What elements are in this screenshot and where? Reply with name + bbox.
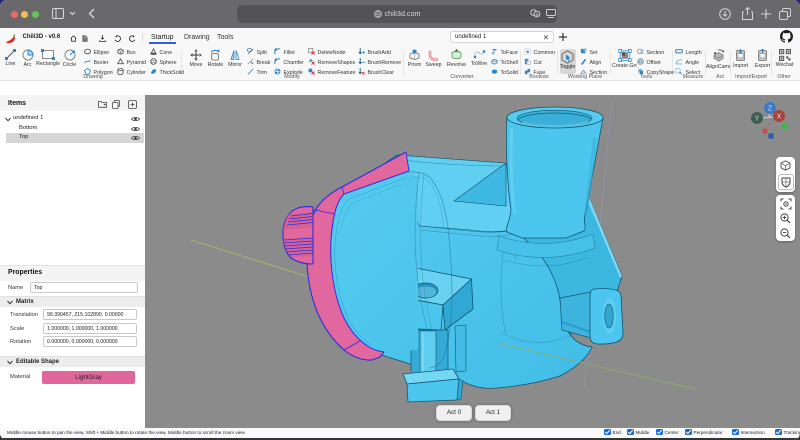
svg-text:Y: Y [755,116,760,123]
svg-text:Z: Z [768,106,773,113]
svg-text:X: X [777,114,782,121]
svg-text:a: a [536,12,539,18]
